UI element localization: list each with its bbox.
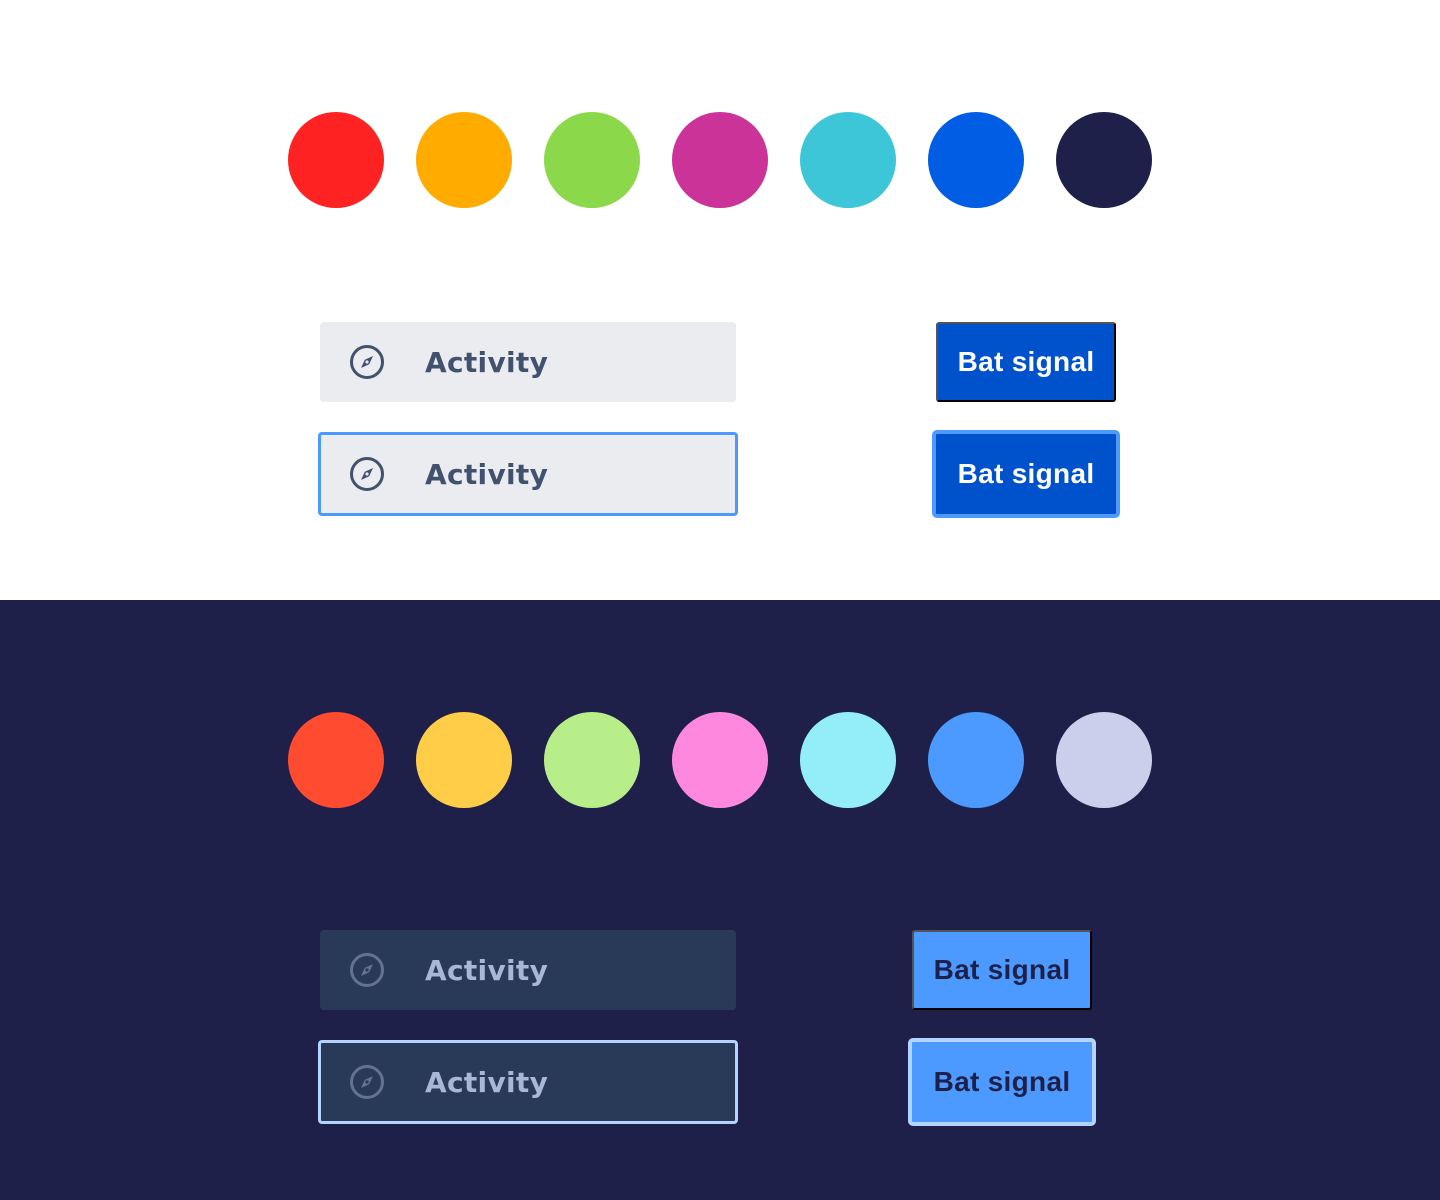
compass-icon: [349, 456, 385, 492]
color-swatch: [416, 112, 512, 208]
activity-label: Activity: [425, 345, 549, 379]
compass-icon: [349, 1064, 385, 1100]
activity-nav-item[interactable]: Activity: [320, 930, 736, 1010]
bat-signal-button[interactable]: Bat signal: [936, 322, 1116, 402]
light-color-swatches: [288, 112, 1152, 208]
color-swatch: [928, 112, 1024, 208]
activity-nav-item-focused[interactable]: Activity: [318, 432, 738, 516]
color-swatch: [928, 712, 1024, 808]
color-swatch: [672, 112, 768, 208]
bat-signal-button-focused[interactable]: Bat signal: [908, 1038, 1096, 1126]
activity-nav-item-focused[interactable]: Activity: [318, 1040, 738, 1124]
activity-label: Activity: [425, 1065, 549, 1099]
color-swatch: [800, 712, 896, 808]
color-swatch: [1056, 712, 1152, 808]
color-swatch: [416, 712, 512, 808]
color-swatch: [544, 112, 640, 208]
bat-signal-button[interactable]: Bat signal: [912, 930, 1092, 1010]
compass-icon: [349, 952, 385, 988]
activity-label: Activity: [425, 457, 549, 491]
color-swatch: [288, 712, 384, 808]
color-swatch: [800, 112, 896, 208]
activity-label: Activity: [425, 953, 549, 987]
color-swatch: [544, 712, 640, 808]
dark-color-swatches: [288, 712, 1152, 808]
light-theme-panel: Activity Activity Bat signal Bat signal: [0, 0, 1440, 600]
color-swatch: [1056, 112, 1152, 208]
bat-signal-button-focused[interactable]: Bat signal: [932, 430, 1120, 518]
activity-nav-item[interactable]: Activity: [320, 322, 736, 402]
dark-theme-panel: Activity Activity Bat signal Bat signal: [0, 600, 1440, 1200]
compass-icon: [349, 344, 385, 380]
color-swatch: [672, 712, 768, 808]
color-swatch: [288, 112, 384, 208]
